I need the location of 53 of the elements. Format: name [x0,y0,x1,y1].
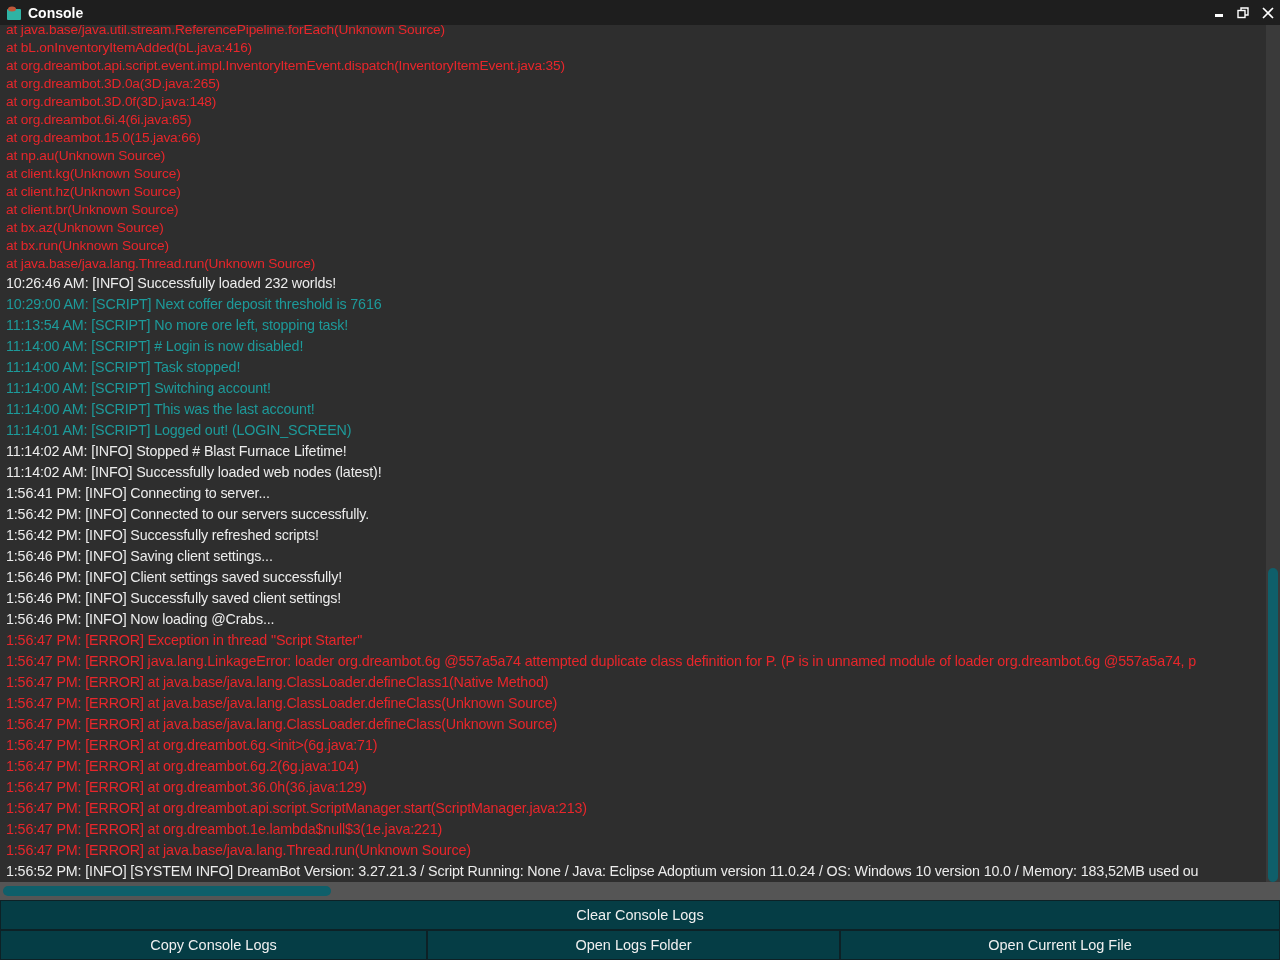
log-line: at client.br(Unknown Source) [6,201,180,219]
log-line: 11:14:02 AM: [INFO] Successfully loaded web nodes (latest)! [6,463,383,482]
log-action-button[interactable]: Open Current Log File [840,930,1280,960]
log-line: at org.dreambot.3D.0f(3D.java:148) [6,93,218,111]
log-line: 1:56:47 PM: [ERROR] Exception in thread "Script Starter" [6,631,364,650]
log-line: 10:26:46 AM: [INFO] Successfully loaded 232 worlds! [6,274,338,293]
log-line: at java.base/java.util.stream.ReferencePipeline.forEach(Unknown Source) [6,25,446,39]
log-line: at client.hz(Unknown Source) [6,183,182,201]
vertical-scrollbar-thumb[interactable] [1268,568,1278,882]
log-line: 11:14:00 AM: [SCRIPT] Switching account! [6,379,272,398]
log-line: 1:56:46 PM: [INFO] Now loading @Crabs... [6,610,276,629]
log-line: 11:14:00 AM: [SCRIPT] Task stopped! [6,358,242,377]
log-line: 1:56:47 PM: [ERROR] java.lang.LinkageError: loader org.dreambot.6g @557a5a74 attempted duplicate class definition for P. (P is in unnamed module of loader org.dreambot.6g @557a5a74, p [6,652,1197,671]
log-line: 11:13:54 AM: [SCRIPT] No more ore left, stopping task! [6,316,350,335]
log-line: 1:56:47 PM: [ERROR] at java.base/java.lang.ClassLoader.defineClass(Unknown Source) [6,715,559,734]
log-line: 1:56:46 PM: [INFO] Client settings saved successfully! [6,568,343,587]
log-action-button[interactable]: Open Logs Folder [427,930,840,960]
clear-logs-button[interactable]: Clear Console Logs [0,900,1280,930]
log-line: 10:29:00 AM: [SCRIPT] Next coffer deposit threshold is 7616 [6,295,383,314]
log-line: 1:56:47 PM: [ERROR] at org.dreambot.1e.lambda$null$3(1e.java:221) [6,820,444,839]
horizontal-scrollbar-thumb[interactable] [3,886,331,896]
log-line: 11:14:00 AM: [SCRIPT] This was the last account! [6,400,316,419]
log-line: at java.base/java.lang.Thread.run(Unknown Source) [6,255,317,273]
log-line: 1:56:47 PM: [ERROR] at java.base/java.lang.ClassLoader.defineClass(Unknown Source) [6,694,559,713]
log-line: 1:56:52 PM: [INFO] [SYSTEM INFO] DreamBot Version: 3.27.21.3 / Script Running: None / Java: Eclipse Adoptium version 11.0.24 / OS: Windows 10 version 10.0 / Memory: 183,52MB used ou [6,862,1200,881]
log-line: 1:56:47 PM: [ERROR] at org.dreambot.api.script.ScriptManager.start(ScriptManager.java:213) [6,799,588,818]
log-line: 1:56:47 PM: [ERROR] at java.base/java.lang.Thread.run(Unknown Source) [6,841,472,860]
app-icon [6,4,22,21]
log-line: at org.dreambot.6i.4(6i.java:65) [6,111,193,129]
log-line: at org.dreambot.15.0(15.java:66) [6,129,202,147]
log-line: 11:14:00 AM: [SCRIPT] # Login is now disabled! [6,337,305,356]
log-line: 1:56:46 PM: [INFO] Saving client settings... [6,547,274,566]
log-line: 1:56:47 PM: [ERROR] at java.base/java.lang.ClassLoader.defineClass1(Native Method) [6,673,550,692]
log-line: 11:14:02 AM: [INFO] Stopped # Blast Furnace Lifetime! [6,442,348,461]
window-title: Console [28,4,84,21]
log-line: at org.dreambot.api.script.event.impl.InventoryItemEvent.dispatch(InventoryItemEvent.java:35) [6,57,566,75]
log-action-button[interactable]: Copy Console Logs [0,930,427,960]
log-line: 1:56:47 PM: [ERROR] at org.dreambot.6g.2(6g.java:104) [6,757,360,776]
log-line: at bL.onInventoryItemAdded(bL.java:416) [6,39,253,57]
log-line: 1:56:42 PM: [INFO] Connected to our servers successfully. [6,505,371,524]
log-line: at bx.run(Unknown Source) [6,237,170,255]
log-line: 1:56:47 PM: [ERROR] at org.dreambot.36.0h(36.java:129) [6,778,368,797]
log-line: 1:56:47 PM: [ERROR] at org.dreambot.6g.<init>(6g.java:71) [6,736,379,755]
log-line: 1:56:42 PM: [INFO] Successfully refreshed scripts! [6,526,320,545]
log-line: 1:56:41 PM: [INFO] Connecting to server... [6,484,271,503]
log-line: at bx.az(Unknown Source) [6,219,165,237]
restore-icon[interactable] [1237,6,1249,19]
log-line: at client.kg(Unknown Source) [6,165,182,183]
close-icon[interactable] [1262,6,1274,19]
log-line: at org.dreambot.3D.0a(3D.java:265) [6,75,222,93]
log-line: 11:14:01 AM: [SCRIPT] Logged out! (LOGIN_SCREEN) [6,421,353,440]
log-line: 1:56:46 PM: [INFO] Successfully saved client settings! [6,589,343,608]
log-line: at np.au(Unknown Source) [6,147,167,165]
